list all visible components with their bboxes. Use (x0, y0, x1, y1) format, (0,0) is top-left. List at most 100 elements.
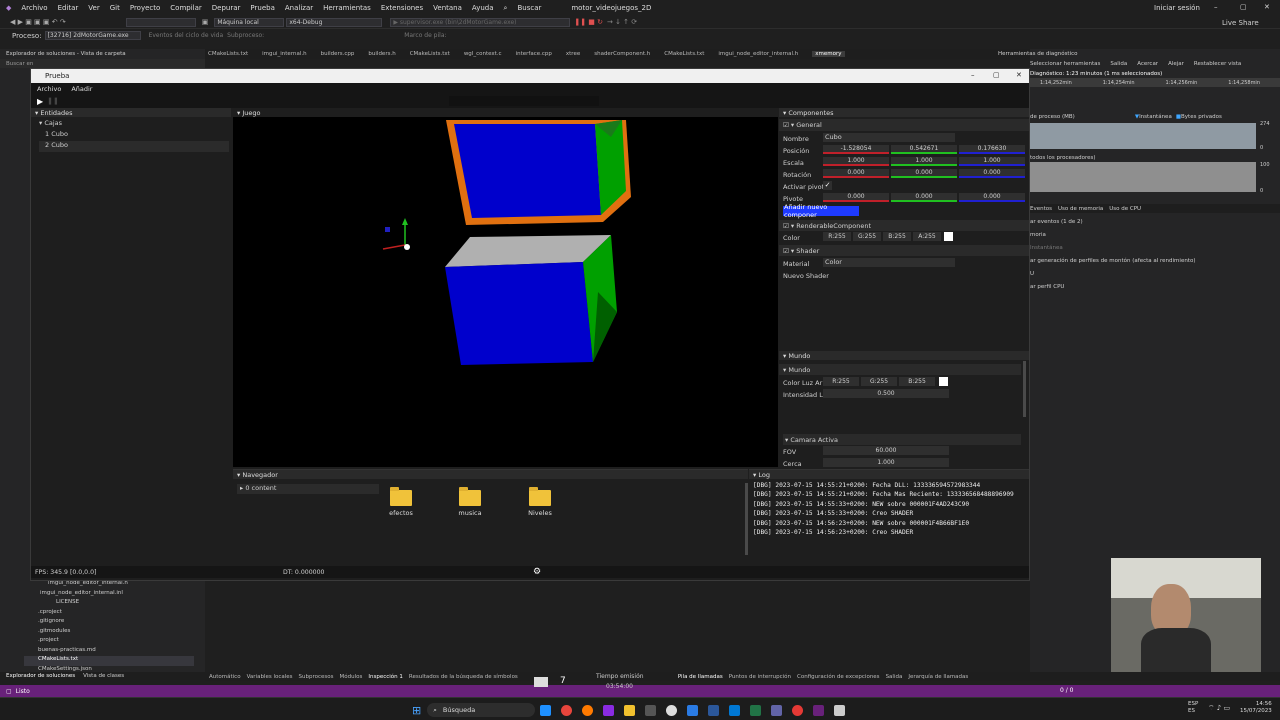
pause-button-icon[interactable]: ❚❚ (47, 97, 59, 105)
tab-output[interactable]: Salida (886, 674, 903, 680)
diag-zoom-out[interactable]: Alejar (1168, 61, 1184, 67)
list-item[interactable]: .gitignore (24, 618, 194, 628)
tab-locals[interactable]: Variables locales (247, 674, 293, 680)
selected-cube[interactable] (446, 120, 631, 225)
tab-callstack[interactable]: Pila de llamadas (678, 674, 723, 680)
diag-tab-events[interactable]: Eventos (1030, 206, 1052, 212)
fov-input[interactable]: 60.000 (823, 446, 949, 455)
intensity-slider[interactable]: 0.500 (823, 389, 949, 398)
log-header[interactable]: ▾ Log (749, 470, 1029, 479)
menu-ver[interactable]: Ver (88, 4, 99, 12)
content-node[interactable]: ▸ 0 content (237, 484, 379, 494)
folder-efectos[interactable]: efectos (379, 487, 423, 517)
minimize-icon[interactable]: – (1214, 3, 1218, 11)
firefox-icon[interactable] (582, 704, 594, 716)
tab-modules[interactable]: Módulos (340, 674, 363, 680)
tab-xtree[interactable]: xtree (566, 51, 580, 57)
light-r[interactable]: R:255 (823, 377, 859, 386)
general-header[interactable]: ☑ ▾ General (779, 119, 1029, 131)
vscode-icon[interactable] (687, 704, 699, 716)
debug-icons[interactable]: → ↓ ↑ ⟳ (607, 18, 637, 26)
color-r[interactable]: R:255 (823, 232, 851, 241)
world-panel-header[interactable]: ▾ Mundo (779, 351, 1029, 360)
tree-group[interactable]: ▾ Cajas (39, 119, 231, 130)
menu-git[interactable]: Git (110, 4, 120, 12)
entities-header[interactable]: ▾ Entidades (31, 108, 231, 117)
status-counter[interactable]: 0 / 0 (1060, 687, 1073, 694)
new-shader-button[interactable]: Nuevo Shader (783, 272, 829, 280)
scale-x[interactable]: 1.000 (823, 157, 889, 166)
rotation-z[interactable]: 0.000 (959, 169, 1025, 178)
pivot-z[interactable]: 0.000 (959, 193, 1025, 202)
store-icon[interactable] (729, 704, 741, 716)
light-swatch[interactable] (939, 377, 948, 386)
tab-symbol-results[interactable]: Resultados de la búsqueda de símbolos (409, 674, 518, 680)
material-input[interactable]: Color (823, 258, 955, 267)
tray-icons[interactable]: ⌔ ♪ ▭ (1208, 704, 1230, 713)
position-y[interactable]: 0.542671 (891, 145, 957, 154)
windows-start-icon[interactable]: ⊞ (412, 704, 421, 717)
word-icon[interactable] (708, 704, 720, 716)
menu-archivo[interactable]: Archivo (21, 4, 47, 12)
game-menu-anadir[interactable]: Añadir (71, 85, 92, 93)
camera-header[interactable]: ▾ Camara Activa (783, 434, 1021, 445)
tab-imgui-internal[interactable]: imgui_internal.h (262, 51, 306, 57)
diag-reset-view[interactable]: Restablecer vista (1194, 61, 1241, 67)
world-header[interactable]: ▾ Mundo (779, 364, 1021, 375)
diag-tab-cpu[interactable]: Uso de CPU (1109, 206, 1141, 212)
diag-output[interactable]: Salida (1110, 61, 1127, 67)
scene-canvas[interactable] (233, 117, 778, 467)
maximize-icon[interactable]: ▢ (1240, 3, 1247, 11)
tab-breakpoints[interactable]: Puntos de interrupción (729, 674, 791, 680)
folder-niveles[interactable]: Niveles (518, 487, 562, 517)
chrome-icon[interactable] (561, 704, 573, 716)
list-item[interactable]: .project (24, 637, 194, 647)
tab-threads[interactable]: Subprocesos (299, 674, 334, 680)
scene-view[interactable]: ▾ Juego (233, 108, 778, 467)
color-swatch[interactable] (944, 232, 953, 241)
gizmo-icon[interactable] (382, 218, 410, 250)
position-z[interactable]: 0.176630 (959, 145, 1025, 154)
edge-icon[interactable] (540, 704, 552, 716)
color-a[interactable]: A:255 (913, 232, 941, 241)
clock[interactable]: 14:56 15/07/2023 (1240, 701, 1272, 715)
diag-line[interactable]: ar perfil CPU (1030, 284, 1280, 297)
world-scrollbar[interactable] (1023, 361, 1026, 417)
excel-icon[interactable] (750, 704, 762, 716)
tab-interface[interactable]: interface.cpp (516, 51, 552, 57)
navigator-header[interactable]: ▾ Navegador (233, 470, 748, 479)
play-icon[interactable]: ▶ (37, 97, 43, 106)
name-input[interactable]: Cubo (823, 133, 955, 142)
tab-cmakelists-3[interactable]: CMakeLists.txt (664, 51, 704, 57)
tab-call-hierarchy[interactable]: Jerarquía de llamadas (908, 674, 968, 680)
process-dropdown[interactable]: [32716] 2dMotorGame.exe (44, 31, 141, 40)
search-icon[interactable]: ⌕ (504, 4, 508, 13)
pivot-x[interactable]: 0.000 (823, 193, 889, 202)
pivot-checkbox[interactable]: ✓ (823, 181, 832, 190)
game-maximize-icon[interactable]: ▢ (993, 71, 1000, 79)
list-item[interactable]: .gitmodules (24, 628, 194, 638)
diag-tab-memory[interactable]: Uso de memoria (1058, 206, 1103, 212)
second-cube[interactable] (445, 235, 617, 365)
diag-zoom-in[interactable]: Acercar (1137, 61, 1158, 67)
diag-line[interactable]: ar eventos (1 de 2) (1030, 219, 1280, 232)
menu-depurar[interactable]: Depurar (212, 4, 241, 12)
game-minimize-icon[interactable]: – (971, 71, 975, 79)
tab-builders-h[interactable]: builders.h (368, 51, 395, 57)
scale-y[interactable]: 1.000 (891, 157, 957, 166)
sign-in-link[interactable]: Iniciar sesión (1154, 4, 1200, 12)
language-indicator[interactable]: ESP ES (1188, 701, 1198, 715)
tab-watch[interactable]: Inspección 1 (368, 674, 403, 680)
tab-shadercomponent[interactable]: shaderComponent.h (594, 51, 650, 57)
teams-icon[interactable] (771, 704, 783, 716)
settings-gear-icon[interactable]: ⚙ (533, 567, 541, 577)
list-item[interactable]: buenas-practicas.md (24, 647, 194, 657)
menu-editar[interactable]: Editar (58, 4, 79, 12)
menu-analizar[interactable]: Analizar (285, 4, 313, 12)
list-item[interactable]: .cproject (24, 609, 194, 619)
tab-exceptions[interactable]: Configuración de excepciones (797, 674, 880, 680)
pivot-y[interactable]: 0.000 (891, 193, 957, 202)
list-item[interactable]: CMakeLists.txt (24, 656, 194, 666)
tab-imgui-node-editor[interactable]: imgui_node_editor_internal.h (718, 51, 798, 57)
tab-xmemory[interactable]: xmemory (812, 51, 845, 57)
